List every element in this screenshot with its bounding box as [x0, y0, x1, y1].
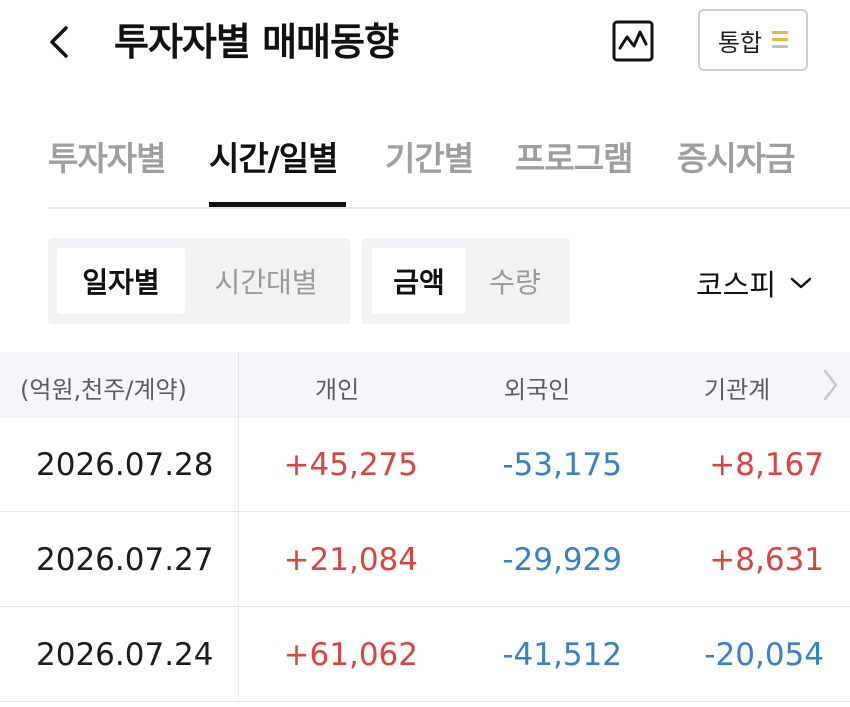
- column-divider: [238, 418, 239, 512]
- institution-value: +8,167: [709, 447, 824, 483]
- individual-value: +61,062: [283, 637, 418, 673]
- menu-lines-icon: [772, 30, 789, 50]
- tab-bar: 투자자별 시간/일별 기간별 프로그램 증시자금: [48, 118, 850, 210]
- tab-period[interactable]: 기간별: [385, 132, 474, 180]
- segment-amount[interactable]: 금액: [372, 248, 466, 314]
- tab-market-funds[interactable]: 증시자금: [677, 132, 795, 180]
- institution-value: -20,054: [704, 637, 824, 673]
- period-segment: 일자별 시간대별: [48, 238, 350, 324]
- chevron-right-icon[interactable]: [818, 366, 842, 404]
- integrated-filter-button[interactable]: 통합: [698, 9, 808, 71]
- individual-value: +45,275: [283, 447, 418, 483]
- column-divider: [238, 608, 239, 702]
- segment-hourly[interactable]: 시간대별: [190, 248, 342, 314]
- table-row[interactable]: 2026.07.27 +21,084 -29,929 +8,631: [0, 513, 850, 607]
- institution-header: 기관계: [704, 376, 771, 404]
- individual-header: 개인: [315, 376, 360, 404]
- row-divider: [0, 606, 850, 607]
- foreign-value: -41,512: [502, 637, 622, 673]
- unit-segment: 금액 수량: [362, 238, 570, 324]
- row-divider: [0, 701, 850, 702]
- segment-quantity[interactable]: 수량: [468, 248, 562, 314]
- foreign-value: -53,175: [502, 447, 622, 483]
- tab-time-daily[interactable]: 시간/일별: [209, 132, 338, 180]
- individual-value: +21,084: [283, 542, 418, 578]
- table-row[interactable]: 2026.07.24 +61,062 -41,512 -20,054: [0, 608, 850, 702]
- foreign-value: -29,929: [502, 542, 622, 578]
- tab-program[interactable]: 프로그램: [515, 132, 633, 180]
- filter-label: 통합: [717, 28, 763, 57]
- unit-header: (억원,천주/계약): [20, 376, 187, 404]
- institution-value: +8,631: [709, 542, 824, 578]
- tab-investor[interactable]: 투자자별: [48, 132, 166, 180]
- tab-divider: [48, 207, 850, 209]
- foreign-header: 외국인: [504, 376, 571, 404]
- chevron-left-icon[interactable]: [44, 22, 78, 62]
- chevron-down-icon: [790, 277, 812, 289]
- page-title: 투자자별 매매동향: [114, 20, 399, 64]
- row-date: 2026.07.28: [36, 447, 214, 483]
- column-divider: [238, 352, 239, 418]
- column-divider: [238, 513, 239, 607]
- segment-daily[interactable]: 일자별: [57, 248, 185, 314]
- app-header: 투자자별 매매동향 통합: [0, 0, 850, 90]
- market-label: 코스피: [696, 268, 777, 302]
- table-header: (억원,천주/계약) 개인 외국인 기관계: [0, 352, 850, 418]
- market-selector[interactable]: 코스피: [696, 262, 812, 304]
- row-date: 2026.07.27: [36, 542, 214, 578]
- table-row[interactable]: 2026.07.28 +45,275 -53,175 +8,167: [0, 418, 850, 512]
- row-divider: [0, 511, 850, 512]
- line-chart-icon[interactable]: [610, 18, 656, 64]
- row-date: 2026.07.24: [36, 637, 214, 673]
